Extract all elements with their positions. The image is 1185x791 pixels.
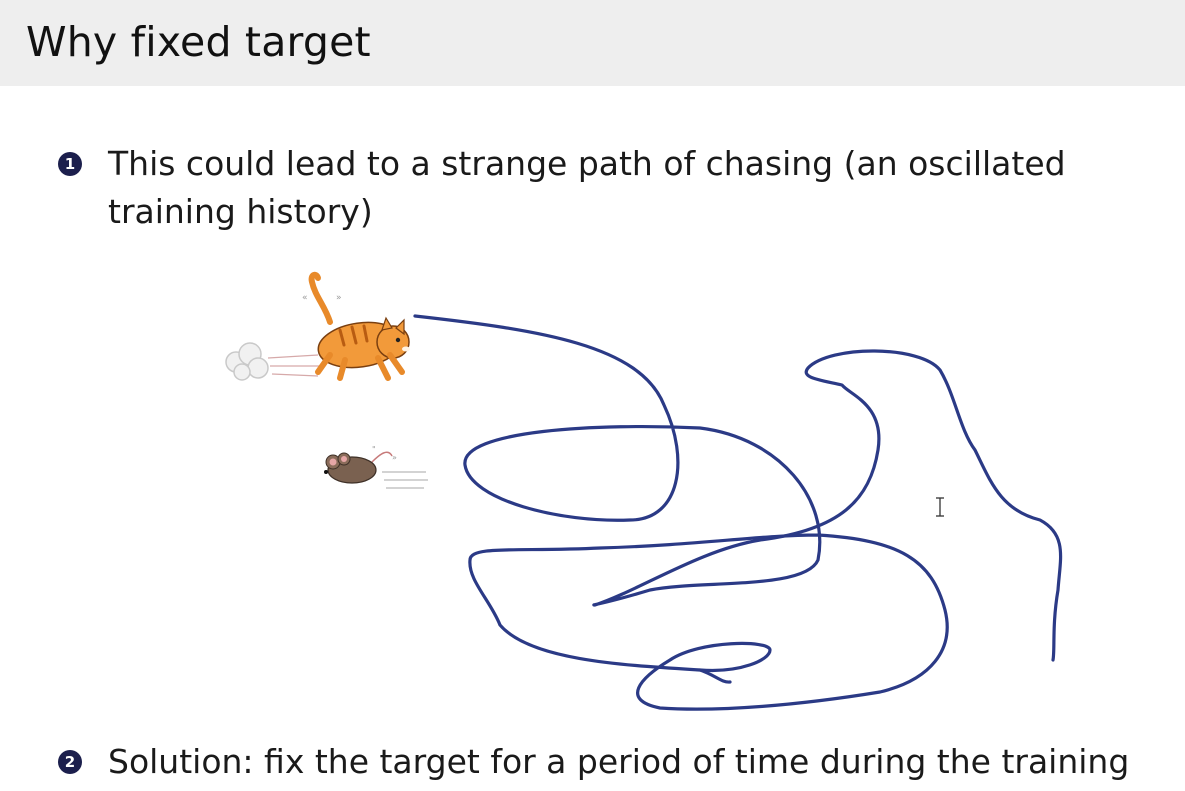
- svg-text:»: »: [392, 453, 397, 462]
- bullet-text-2: Solution: fix the target for a period of…: [108, 742, 1130, 781]
- running-mouse-icon: " »: [324, 445, 428, 489]
- svg-text:": ": [372, 445, 376, 454]
- bullet-item-2: 2 Solution: fix the target for a period …: [58, 738, 1158, 786]
- chasing-path: [413, 314, 1063, 662]
- illustration: « » " »: [225, 271, 1063, 711]
- chasing-path-lower: [468, 533, 949, 711]
- text-cursor-icon: [936, 497, 944, 517]
- svg-text:«: «: [302, 293, 308, 303]
- running-cat-icon: « »: [225, 271, 410, 381]
- bullet-number-2: 2: [58, 750, 82, 774]
- svg-text:»: »: [336, 293, 342, 303]
